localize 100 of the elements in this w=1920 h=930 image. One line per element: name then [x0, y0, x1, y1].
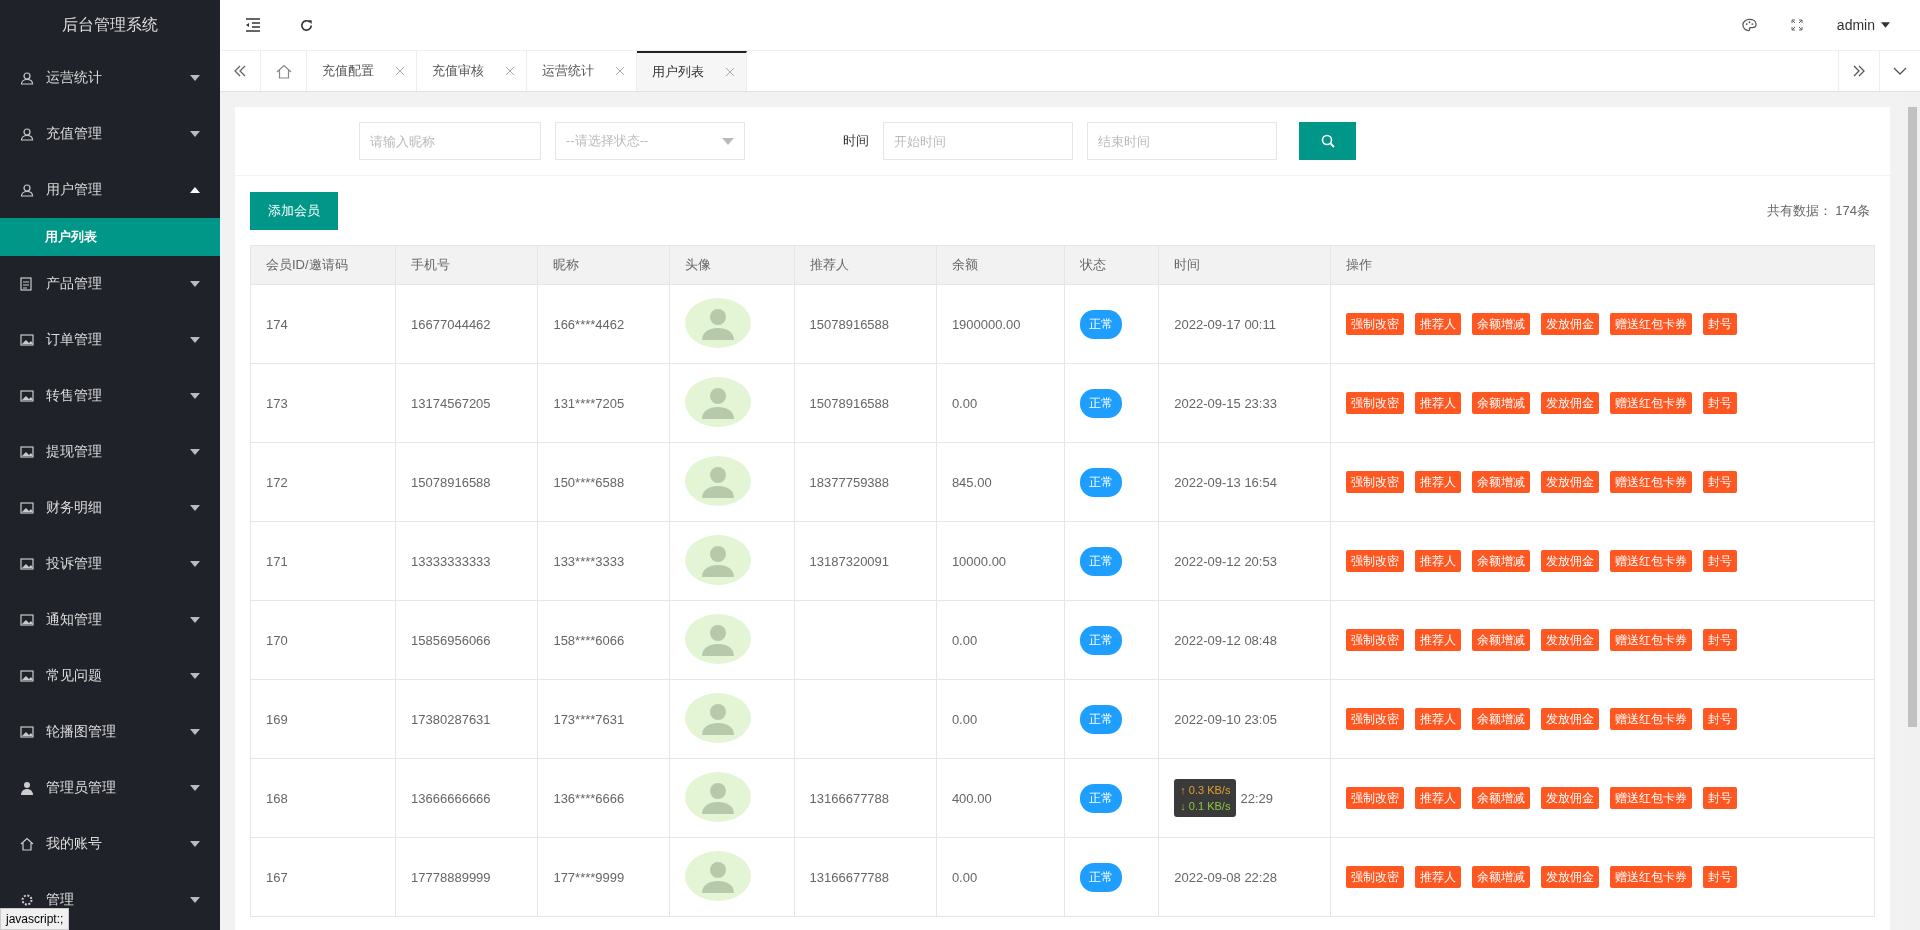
tab[interactable]: 充值配置 — [307, 51, 417, 91]
action-button[interactable]: 推荐人 — [1415, 471, 1462, 493]
action-button[interactable]: 强制改密 — [1346, 550, 1405, 572]
caret-icon[interactable] — [190, 449, 200, 455]
action-button[interactable]: 封号 — [1703, 708, 1738, 730]
action-button[interactable]: 余额增减 — [1472, 629, 1531, 651]
sidebar-item[interactable]: 转售管理 — [46, 387, 190, 405]
action-button[interactable]: 封号 — [1703, 550, 1738, 572]
action-button[interactable]: 发放佣金 — [1541, 313, 1600, 335]
action-button[interactable]: 余额增减 — [1472, 708, 1531, 730]
action-button[interactable]: 推荐人 — [1415, 313, 1462, 335]
action-button[interactable]: 余额增减 — [1472, 471, 1531, 493]
action-button[interactable]: 发放佣金 — [1541, 471, 1600, 493]
table-cell: 13166677788 — [794, 837, 937, 917]
add-member-button[interactable]: 添加会员 — [250, 192, 338, 230]
action-button[interactable]: 赠送红包卡券 — [1610, 708, 1693, 730]
tab[interactable]: 充值审核 — [417, 51, 527, 91]
action-button[interactable]: 推荐人 — [1415, 392, 1462, 414]
action-button[interactable]: 发放佣金 — [1541, 629, 1600, 651]
sidebar-subitem[interactable]: 用户列表 — [0, 218, 220, 256]
sidebar-item[interactable]: 充值管理 — [46, 125, 190, 143]
tab[interactable]: 用户列表 — [637, 51, 747, 91]
sidebar-item[interactable]: 用户管理 — [46, 181, 190, 199]
action-button[interactable]: 强制改密 — [1346, 866, 1405, 888]
action-button[interactable]: 推荐人 — [1415, 629, 1462, 651]
action-button[interactable]: 封号 — [1703, 629, 1738, 651]
sidebar-item[interactable]: 运营统计 — [46, 69, 190, 87]
sidebar-item[interactable]: 通知管理 — [46, 611, 190, 629]
nickname-field[interactable]: 请输入昵称 — [359, 122, 541, 160]
sidebar-item[interactable]: 轮播图管理 — [46, 723, 190, 741]
action-button[interactable]: 封号 — [1703, 313, 1738, 335]
caret-icon[interactable] — [190, 673, 200, 679]
caret-icon[interactable] — [190, 561, 200, 567]
action-button[interactable]: 发放佣金 — [1541, 392, 1600, 414]
sidebar-item[interactable]: 管理员管理 — [46, 779, 190, 797]
action-button[interactable]: 封号 — [1703, 866, 1738, 888]
caret-icon[interactable] — [190, 897, 200, 903]
double-left-arrow-icon[interactable] — [233, 65, 247, 77]
caret-icon[interactable] — [190, 75, 200, 81]
action-button[interactable]: 强制改密 — [1346, 392, 1405, 414]
action-button[interactable]: 强制改密 — [1346, 629, 1405, 651]
action-button[interactable]: 发放佣金 — [1541, 708, 1600, 730]
table-cell: 13333333333 — [395, 521, 538, 601]
column-header: 会员ID/邀请码 — [250, 245, 396, 285]
user-menu[interactable]: admin — [1836, 17, 1875, 33]
image-icon — [20, 726, 34, 738]
caret-icon[interactable] — [190, 841, 200, 847]
action-button[interactable]: 封号 — [1703, 787, 1738, 809]
palette-icon[interactable] — [1741, 18, 1757, 32]
caret-icon[interactable] — [190, 131, 200, 137]
action-button[interactable]: 强制改密 — [1346, 787, 1405, 809]
action-button[interactable]: 发放佣金 — [1541, 866, 1600, 888]
action-button[interactable]: 赠送红包卡券 — [1610, 629, 1693, 651]
action-button[interactable]: 推荐人 — [1415, 787, 1462, 809]
action-button[interactable]: 封号 — [1703, 392, 1738, 414]
sidebar-item[interactable]: 常见问题 — [46, 667, 190, 685]
sidebar-item[interactable]: 财务明细 — [46, 499, 190, 517]
caret-icon[interactable] — [1881, 22, 1890, 28]
caret-icon[interactable] — [190, 393, 200, 399]
action-button[interactable]: 推荐人 — [1415, 866, 1462, 888]
caret-icon[interactable] — [190, 281, 200, 287]
sidebar-item[interactable]: 产品管理 — [46, 275, 190, 293]
action-button[interactable]: 余额增减 — [1472, 392, 1531, 414]
caret-icon[interactable] — [190, 187, 200, 193]
status-select[interactable]: --请选择状态-- — [555, 122, 745, 160]
sidebar-item[interactable]: 投诉管理 — [46, 555, 190, 573]
action-button[interactable]: 强制改密 — [1346, 471, 1405, 493]
action-button[interactable]: 赠送红包卡券 — [1610, 313, 1693, 335]
action-button[interactable]: 推荐人 — [1415, 708, 1462, 730]
end-time-field[interactable]: 结束时间 — [1087, 122, 1277, 160]
action-button[interactable]: 发放佣金 — [1541, 550, 1600, 572]
action-button[interactable]: 余额增减 — [1472, 787, 1531, 809]
status-badge: 正常 — [1080, 546, 1123, 576]
menu-fold-icon[interactable] — [245, 18, 261, 32]
refresh-icon[interactable] — [299, 17, 314, 33]
action-button[interactable]: 赠送红包卡券 — [1610, 392, 1693, 414]
caret-icon[interactable] — [190, 617, 200, 623]
caret-icon[interactable] — [190, 337, 200, 343]
caret-icon[interactable] — [190, 785, 200, 791]
caret-icon[interactable] — [190, 505, 200, 511]
action-button[interactable]: 强制改密 — [1346, 708, 1405, 730]
action-button[interactable]: 封号 — [1703, 471, 1738, 493]
action-button[interactable]: 强制改密 — [1346, 313, 1405, 335]
caret-icon[interactable] — [190, 729, 200, 735]
action-button[interactable]: 余额增减 — [1472, 313, 1531, 335]
action-button[interactable]: 赠送红包卡券 — [1610, 787, 1693, 809]
action-button[interactable]: 余额增减 — [1472, 866, 1531, 888]
sidebar-item[interactable]: 订单管理 — [46, 331, 190, 349]
action-button[interactable]: 赠送红包卡券 — [1610, 550, 1693, 572]
start-time-field[interactable]: 开始时间 — [883, 122, 1073, 160]
sidebar-item[interactable]: 管理 — [46, 891, 190, 909]
sidebar-item[interactable]: 提现管理 — [46, 443, 190, 461]
action-button[interactable]: 赠送红包卡券 — [1610, 866, 1693, 888]
image-icon — [20, 334, 34, 346]
action-button[interactable]: 推荐人 — [1415, 550, 1462, 572]
fullscreen-icon[interactable] — [1790, 19, 1803, 31]
action-button[interactable]: 赠送红包卡券 — [1610, 471, 1693, 493]
action-button[interactable]: 余额增减 — [1472, 550, 1531, 572]
sidebar-item[interactable]: 我的账号 — [46, 835, 190, 853]
action-button[interactable]: 发放佣金 — [1541, 787, 1600, 809]
